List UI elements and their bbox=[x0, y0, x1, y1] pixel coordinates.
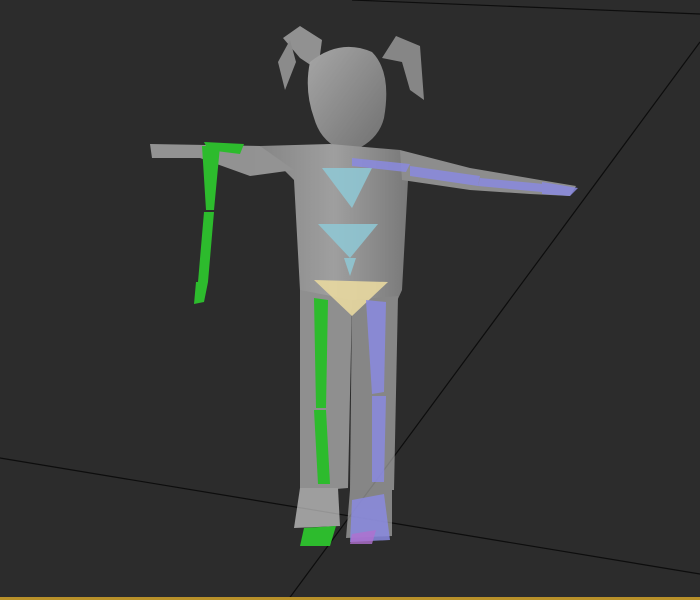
left-forearm-bone bbox=[198, 212, 214, 282]
left-thigh-bone bbox=[314, 298, 328, 408]
pigtail-right bbox=[382, 36, 424, 100]
character-shoe-left bbox=[294, 488, 340, 528]
left-hand-bone bbox=[194, 282, 208, 304]
left-upperarm-bone bbox=[202, 146, 220, 210]
right-calf-bone bbox=[372, 396, 386, 482]
left-foot-bone bbox=[300, 526, 336, 546]
character-head bbox=[307, 46, 387, 153]
viewport-canvas bbox=[0, 0, 700, 600]
grid-line-1 bbox=[351, 0, 700, 15]
3d-viewport[interactable] bbox=[0, 0, 700, 600]
